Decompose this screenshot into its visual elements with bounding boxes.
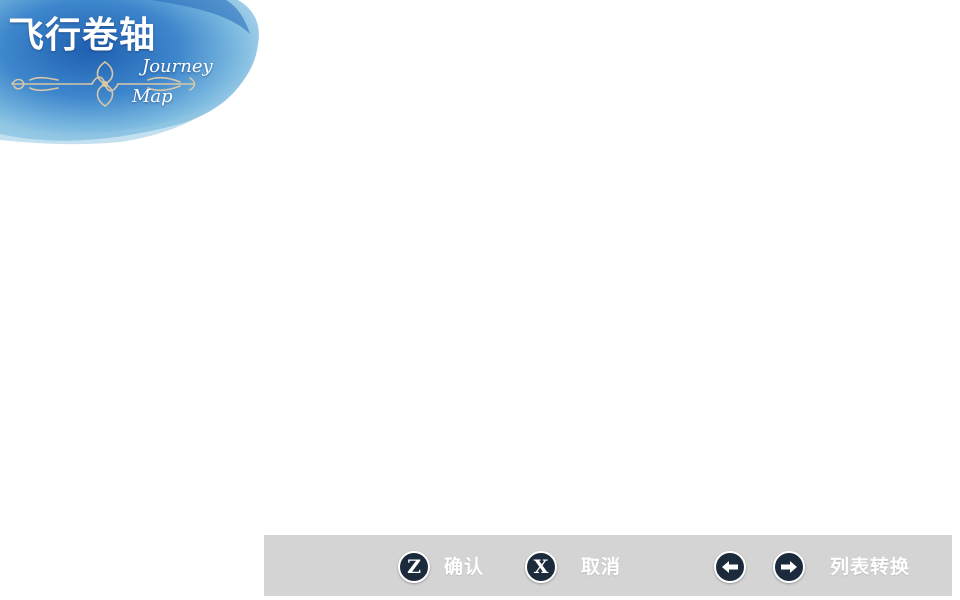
switch-list-label[interactable]: 列表转换 (830, 551, 910, 583)
control-hint-bar: Z 确认 X 取消 列表转换 (264, 535, 952, 596)
logo-subtitle-map: Map (132, 86, 173, 107)
z-key-icon[interactable]: Z (398, 551, 430, 583)
logo-subtitle-journey: Journey (142, 56, 213, 77)
arrow-left-icon[interactable] (714, 551, 746, 583)
logo-title: 飞行卷轴 (8, 15, 157, 56)
confirm-label[interactable]: 确认 (444, 551, 484, 583)
arrow-right-icon[interactable] (773, 551, 805, 583)
cancel-label[interactable]: 取消 (581, 551, 621, 583)
journey-map-logo: 飞行卷轴 Journey Map (0, 0, 270, 160)
x-key-icon[interactable]: X (525, 551, 557, 583)
